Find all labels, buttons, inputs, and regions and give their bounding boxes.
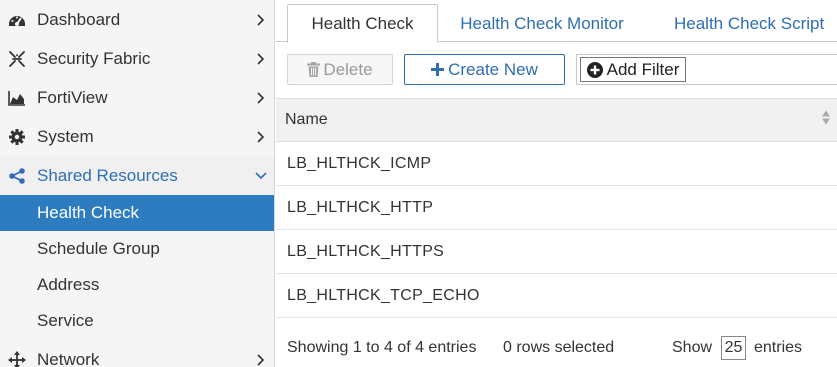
- tab-health-check-monitor[interactable]: Health Check Monitor: [452, 4, 632, 43]
- plus-circle-icon: [586, 61, 603, 78]
- show-label: Show: [672, 339, 713, 356]
- filter-bar[interactable]: Add Filter: [576, 54, 837, 85]
- tab-health-check[interactable]: Health Check: [287, 4, 438, 43]
- add-filter-label: Add Filter: [606, 59, 680, 79]
- table-footer: Showing 1 to 4 of 4 entries 0 rows selec…: [276, 330, 837, 367]
- entries-label: entries: [754, 339, 803, 356]
- table-row[interactable]: LB_HLTHCK_ICMP: [276, 142, 837, 186]
- row-name: LB_HLTHCK_HTTPS: [287, 242, 445, 260]
- table-row[interactable]: LB_HLTHCK_TCP_ECHO: [276, 274, 837, 318]
- gear-icon: [8, 128, 26, 146]
- chevron-right-icon: [255, 130, 267, 143]
- tab-label: Health Check Monitor: [460, 13, 624, 33]
- sidebar-item-label: Dashboard: [37, 9, 121, 29]
- sidebar-subitem-schedule-group[interactable]: Schedule Group: [0, 231, 274, 267]
- chevron-right-icon: [255, 52, 267, 65]
- sidebar-item-label: Network: [37, 349, 100, 367]
- share-icon: [8, 167, 26, 185]
- dashboard-icon: [8, 11, 26, 29]
- sidebar-subitem-service[interactable]: Service: [0, 303, 274, 339]
- chevron-right-icon: [255, 353, 267, 366]
- column-header-label: Name: [285, 111, 328, 128]
- page-size-input[interactable]: 25: [721, 336, 746, 360]
- delete-button[interactable]: Delete: [287, 54, 393, 85]
- sidebar-subitem-label: Schedule Group: [37, 239, 160, 258]
- network-move-icon: [8, 350, 26, 367]
- plus-icon: [431, 63, 445, 76]
- toolbar: Delete Create New Add Filter: [276, 43, 837, 95]
- main-content: Health Check Health Check Monitor Health…: [276, 0, 837, 367]
- create-new-label: Create New: [448, 59, 538, 79]
- sidebar-item-label: Security Fabric: [37, 48, 151, 68]
- sidebar-subitem-label: Address: [37, 275, 100, 294]
- table-row[interactable]: LB_HLTHCK_HTTPS: [276, 230, 837, 274]
- sidebar-item-label: FortiView: [37, 87, 108, 107]
- tab-label: Health Check: [311, 13, 414, 33]
- sidebar-subitem-address[interactable]: Address: [0, 267, 274, 303]
- chevron-down-icon: [255, 170, 267, 182]
- tab-health-check-script[interactable]: Health Check Script: [674, 4, 837, 43]
- sidebar-item-fortiview[interactable]: FortiView: [0, 78, 274, 117]
- fortiview-icon: [8, 89, 26, 107]
- chevron-right-icon: [255, 91, 267, 104]
- sidebar-item-label: Shared Resources: [37, 165, 178, 185]
- sidebar: Dashboard Security Fabric FortiView Syst…: [0, 0, 275, 367]
- sidebar-subitem-health-check[interactable]: Health Check: [0, 195, 274, 231]
- sidebar-subitem-label: Health Check: [37, 203, 140, 222]
- row-name: LB_HLTHCK_TCP_ECHO: [287, 286, 480, 304]
- column-header-name[interactable]: Name: [276, 98, 837, 142]
- sort-icon: [821, 110, 831, 131]
- sidebar-item-label: System: [37, 126, 94, 146]
- create-new-button[interactable]: Create New: [404, 54, 565, 85]
- delete-label: Delete: [323, 59, 373, 79]
- tab-bar: Health Check Health Check Monitor Health…: [276, 0, 837, 43]
- sidebar-item-shared-resources[interactable]: Shared Resources: [0, 156, 274, 195]
- sidebar-subitem-label: Service: [37, 311, 94, 330]
- sidebar-item-system[interactable]: System: [0, 117, 274, 156]
- sidebar-item-dashboard[interactable]: Dashboard: [0, 0, 274, 39]
- trash-icon: [307, 62, 321, 77]
- sidebar-item-security-fabric[interactable]: Security Fabric: [0, 39, 274, 78]
- page-size-value: 25: [724, 339, 743, 356]
- row-name: LB_HLTHCK_HTTP: [287, 198, 434, 216]
- sidebar-item-network[interactable]: Network: [0, 340, 274, 367]
- row-name: LB_HLTHCK_ICMP: [287, 154, 432, 172]
- entries-info: Showing 1 to 4 of 4 entries: [287, 339, 477, 356]
- chevron-right-icon: [255, 13, 267, 26]
- selection-count: 0 rows selected: [503, 339, 615, 356]
- add-filter-button[interactable]: Add Filter: [580, 57, 686, 82]
- tab-label: Health Check Script: [674, 13, 825, 33]
- security-fabric-icon: [8, 50, 26, 68]
- table-row[interactable]: LB_HLTHCK_HTTP: [276, 186, 837, 230]
